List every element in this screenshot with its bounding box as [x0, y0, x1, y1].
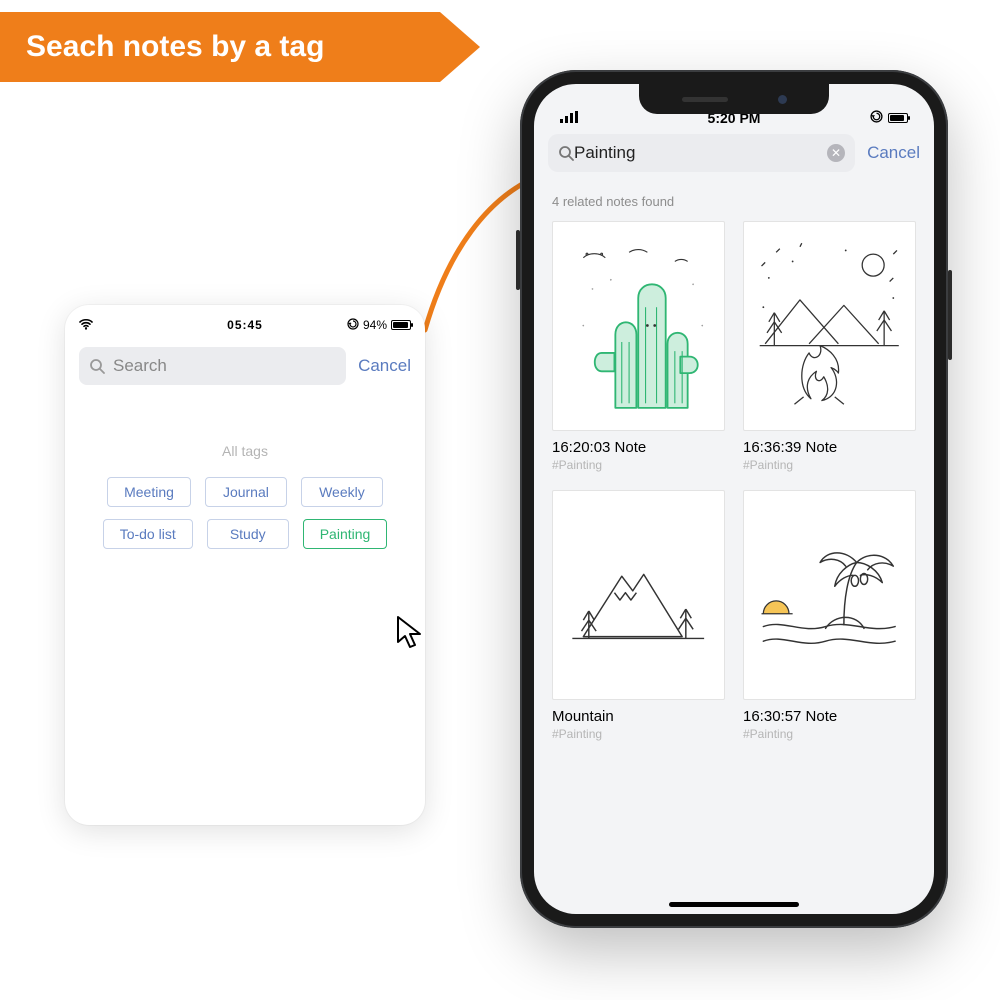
tag-study[interactable]: Study [207, 519, 289, 549]
battery-icon [391, 320, 411, 330]
tag-meeting[interactable]: Meeting [107, 477, 191, 507]
banner: Seach notes by a tag [0, 12, 480, 82]
note-title: 16:30:57 Note [743, 708, 916, 725]
note-thumbnail [743, 221, 916, 431]
note-thumbnail [552, 221, 725, 431]
phone-screen: 5:20 PM Painting ✕ Cancel 4 related note… [534, 84, 934, 914]
home-indicator[interactable] [669, 902, 799, 907]
tablet-search-row: Search Cancel [79, 347, 411, 385]
note-card[interactable]: 16:20:03 Note #Painting [552, 221, 725, 472]
tag-journal[interactable]: Journal [205, 477, 287, 507]
note-tag: #Painting [743, 727, 916, 741]
results-count: 4 related notes found [534, 172, 934, 217]
note-tag: #Painting [552, 458, 725, 472]
note-card[interactable]: 16:36:39 Note #Painting [743, 221, 916, 472]
note-tag: #Painting [743, 458, 916, 472]
tablet-card: 05:45 94% Search Cancel All tags Meeting… [65, 305, 425, 825]
note-thumbnail [743, 490, 916, 700]
tag-todolist[interactable]: To-do list [103, 519, 193, 549]
tablet-clock: 05:45 [65, 318, 425, 332]
search-icon [89, 358, 105, 374]
phone-frame: 5:20 PM Painting ✕ Cancel 4 related note… [520, 70, 948, 928]
cursor-icon [393, 614, 433, 654]
tag-list: Meeting Journal Weekly To-do list Study … [65, 459, 425, 549]
note-tag: #Painting [552, 727, 725, 741]
note-card[interactable]: 16:30:57 Note #Painting [743, 490, 916, 741]
all-tags-label: All tags [65, 443, 425, 459]
banner-title: Seach notes by a tag [26, 30, 324, 64]
note-thumbnail [552, 490, 725, 700]
results-grid: 16:20:03 Note #Painting [534, 217, 934, 745]
tablet-status-bar: 05:45 94% [65, 317, 425, 333]
note-title: 16:20:03 Note [552, 439, 725, 456]
tablet-search-input[interactable]: Search [79, 347, 346, 385]
phone-notch [639, 84, 829, 114]
tag-painting[interactable]: Painting [303, 519, 388, 549]
search-icon [558, 145, 574, 161]
note-card[interactable]: Mountain #Painting [552, 490, 725, 741]
tablet-cancel-button[interactable]: Cancel [358, 356, 411, 376]
tablet-search-placeholder: Search [113, 356, 167, 376]
note-title: 16:36:39 Note [743, 439, 916, 456]
battery-icon [888, 113, 908, 123]
clear-icon[interactable]: ✕ [827, 144, 845, 162]
phone-search-query: Painting [574, 143, 827, 163]
phone-cancel-button[interactable]: Cancel [867, 143, 920, 163]
tag-weekly[interactable]: Weekly [301, 477, 383, 507]
phone-search-row: Painting ✕ Cancel [548, 134, 920, 172]
note-title: Mountain [552, 708, 725, 725]
phone-search-input[interactable]: Painting ✕ [548, 134, 855, 172]
